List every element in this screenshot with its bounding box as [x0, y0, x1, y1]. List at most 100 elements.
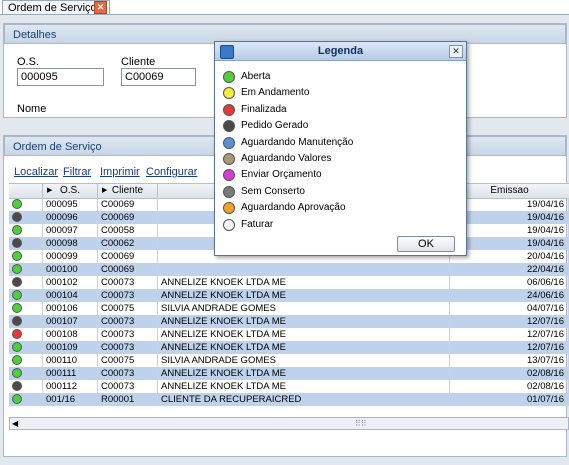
name-cell: ANNELIZE KNOEK LTDA ME [158, 315, 450, 328]
client-field[interactable]: C00069 [121, 68, 196, 86]
status-cell [9, 224, 43, 237]
table-row[interactable]: 001/16 R00001 CLIENTE DA RECUPERAICRED 01/0… [9, 393, 569, 406]
ok-button[interactable]: OK [397, 236, 455, 252]
tab-bar: Ordem de Serviço ✕ [0, 0, 569, 14]
client-cell: C00069 [98, 250, 158, 263]
status-dot-icon [12, 290, 22, 300]
date-cell: 01/07/16 [450, 393, 569, 406]
client-cell: C00069 [98, 211, 158, 224]
imprimir-button[interactable]: Imprimir [100, 166, 140, 178]
table-row[interactable]: 000107 C00073 ANNELIZE KNOEK LTDA ME 12/07/… [9, 315, 569, 328]
date-cell: 12/07/16 [450, 328, 569, 341]
name-cell: SILVIA ANDRADE GOMES [158, 302, 450, 315]
name-cell: ANNELIZE KNOEK LTDA ME [158, 341, 450, 354]
status-dot-icon [12, 303, 22, 313]
emissao-column-header[interactable]: Emissao [450, 184, 569, 198]
os-cell: 001/16 [43, 393, 98, 406]
client-cell: C00073 [98, 380, 158, 393]
status-dot-icon [12, 394, 22, 404]
date-cell: 12/07/16 [450, 341, 569, 354]
sort-arrow-icon: ▶ [47, 187, 53, 194]
os-cell: 000097 [43, 224, 98, 237]
legend-color-icon [223, 120, 235, 133]
dialog-title-bar: Legenda ✕ [215, 42, 466, 61]
close-icon[interactable]: ✕ [449, 45, 463, 58]
tab-ordem-de-servico[interactable]: Ordem de Serviço ✕ [2, 0, 110, 14]
status-cell [9, 263, 43, 276]
status-cell [9, 302, 43, 315]
status-cell [9, 328, 43, 341]
status-cell [9, 289, 43, 302]
date-cell: 06/06/16 [450, 276, 569, 289]
legend-label: Aguardando Valores [241, 153, 332, 164]
date-cell: 19/04/16 [450, 237, 569, 250]
client-cell: C00069 [98, 198, 158, 211]
os-column-header[interactable]: ▶ O.S. [43, 184, 98, 198]
date-cell: 04/07/16 [450, 302, 569, 315]
date-cell: 22/04/16 [450, 263, 569, 276]
legend-label: Em Andamento [241, 87, 310, 99]
os-field[interactable]: 000095 [17, 68, 104, 86]
table-row[interactable]: 000106 C00075 SILVIA ANDRADE GOMES 04/07/16 [9, 302, 569, 315]
os-cell: 000098 [43, 237, 98, 250]
table-row[interactable]: 000112 C00073 ANNELIZE KNOEK LTDA ME 02/08/… [9, 380, 569, 393]
horizontal-scrollbar[interactable]: ◀ ⠿⠿ [9, 417, 569, 430]
name-cell: ANNELIZE KNOEK LTDA ME [158, 276, 450, 289]
legend-label: Aguardando Manutenção [241, 136, 354, 148]
client-label: Cliente [121, 56, 156, 68]
legend-label: Pedido Gerado [241, 120, 309, 132]
client-cell: C00058 [98, 224, 158, 237]
configurar-button[interactable]: Configurar [146, 166, 197, 178]
legend-color-icon [223, 136, 235, 149]
name-cell: ANNELIZE KNOEK LTDA ME [158, 289, 450, 302]
table-row[interactable]: 000111 C00073 ANNELIZE KNOEK LTDA ME 02/08/… [9, 367, 569, 380]
legend-color-icon [223, 71, 235, 83]
os-cell: 000112 [43, 380, 98, 393]
client-cell: C00073 [98, 289, 158, 302]
name-cell: ANNELIZE KNOEK LTDA ME [158, 328, 450, 341]
status-dot-icon [12, 225, 22, 235]
tab-title: Ordem de Serviço [8, 2, 97, 14]
legend-color-icon [223, 103, 235, 116]
status-cell [9, 393, 43, 406]
os-cell: 000104 [43, 289, 98, 302]
os-cell: 000099 [43, 250, 98, 263]
status-dot-icon [12, 329, 22, 339]
client-cell: C00073 [98, 328, 158, 341]
filtrar-button[interactable]: Filtrar [63, 166, 91, 178]
sort-arrow-icon: ▶ [102, 187, 108, 194]
status-column-header[interactable] [9, 184, 43, 198]
scroll-left-icon[interactable]: ◀ [12, 418, 18, 429]
table-row[interactable]: 000108 C00073 ANNELIZE KNOEK LTDA ME 12/07/… [9, 328, 569, 341]
table-row[interactable]: 000109 C00073 ANNELIZE KNOEK LTDA ME 12/07/… [9, 341, 569, 354]
date-cell: 12/07/16 [450, 315, 569, 328]
legend-label: Enviar Orçamento [241, 169, 322, 181]
status-cell [9, 380, 43, 393]
os-cell: 000106 [43, 302, 98, 315]
client-cell: C00062 [98, 237, 158, 250]
table-row[interactable]: 000100 C00069 22/04/16 [9, 263, 569, 276]
status-dot-icon [12, 342, 22, 352]
os-cell: 000100 [43, 263, 98, 276]
name-cell: ANNELIZE KNOEK LTDA ME [158, 367, 450, 380]
status-cell [9, 354, 43, 367]
legend-color-icon [223, 185, 235, 198]
client-column-header[interactable]: ▶ Cliente [98, 184, 158, 198]
status-dot-icon [12, 264, 22, 274]
status-cell [9, 237, 43, 250]
status-dot-icon [12, 368, 22, 378]
table-row[interactable]: 000110 C00075 SILVIA ANDRADE GOMES 13/07/16 [9, 354, 569, 367]
status-dot-icon [12, 212, 22, 222]
os-label: O.S. [17, 56, 40, 68]
name-cell [158, 263, 450, 276]
table-row[interactable]: 000104 C00073 ANNELIZE KNOEK LTDA ME 24/06/… [9, 289, 569, 302]
close-icon[interactable]: ✕ [94, 1, 107, 14]
os-cell: 000102 [43, 276, 98, 289]
status-cell [9, 315, 43, 328]
scroll-grip-icon[interactable]: ⠿⠿ [355, 418, 367, 429]
localizar-button[interactable]: Localizar [14, 166, 58, 178]
status-dot-icon [12, 381, 22, 391]
date-cell: 19/04/16 [450, 198, 569, 211]
table-row[interactable]: 000102 C00073 ANNELIZE KNOEK LTDA ME 06/06/… [9, 276, 569, 289]
date-cell: 24/06/16 [450, 289, 569, 302]
